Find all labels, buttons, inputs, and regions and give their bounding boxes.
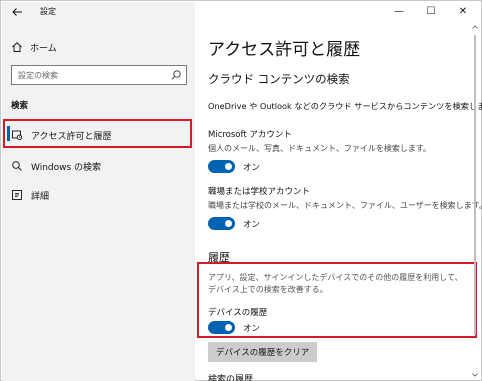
active-indicator	[7, 126, 10, 141]
device-history-title: デバイスの履歴	[208, 308, 268, 318]
window-controls: — ☐ ✕	[383, 1, 479, 21]
search-icon	[12, 161, 22, 171]
microsoft-account-toggle-label: オン	[243, 163, 261, 173]
home-icon	[12, 42, 22, 52]
history-description: アプリ、設定、サインインしたデバイスでのその他の履歴を利用して、デバイス上での検…	[208, 273, 463, 294]
scroll-up-arrow-icon[interactable]	[471, 23, 479, 31]
device-history-toggle[interactable]	[208, 321, 235, 334]
sidebar-item-windows-search[interactable]: Windows の検索	[11, 157, 189, 175]
scrollbar[interactable]	[471, 23, 479, 379]
scrollbar-thumb[interactable]	[474, 35, 476, 335]
search-icon[interactable]	[170, 69, 182, 81]
sidebar: 設定 ホーム 検索 アクセス許可と履歴	[2, 2, 195, 381]
work-account-toggle[interactable]	[208, 217, 235, 230]
page-title: アクセス許可と履歴	[208, 40, 361, 60]
active-item-highlight	[3, 119, 192, 148]
work-account-title: 職場または学校アカウント	[208, 187, 311, 197]
device-history-toggle-label: オン	[243, 324, 261, 334]
microsoft-account-title: Microsoft アカウント	[208, 130, 292, 140]
close-button[interactable]: ✕	[447, 1, 479, 21]
cloud-search-description: OneDrive や Outlook などのクラウド サービスからコンテンツを検…	[208, 101, 482, 111]
more-details-icon	[12, 190, 22, 200]
sidebar-section-label: 検索	[11, 101, 29, 111]
settings-search-box[interactable]	[11, 65, 187, 85]
sidebar-item-label: 詳細	[31, 191, 50, 202]
scroll-down-arrow-icon[interactable]	[471, 371, 479, 379]
microsoft-account-description: 個人のメール、写真、ドキュメント、ファイルを検索します。	[208, 144, 432, 153]
maximize-button[interactable]: ☐	[415, 1, 447, 21]
back-arrow-icon[interactable]	[11, 6, 23, 18]
sidebar-item-more-details[interactable]: 詳細	[11, 186, 189, 204]
search-history-heading: 検索の履歴	[208, 375, 254, 381]
title-bar-left: 設定	[2, 2, 195, 24]
settings-window: 設定 ホーム 検索 アクセス許可と履歴	[0, 0, 482, 381]
work-account-toggle-label: オン	[243, 220, 261, 230]
sidebar-home[interactable]: ホーム	[11, 40, 181, 54]
microsoft-account-toggle[interactable]	[208, 160, 235, 173]
cloud-search-heading: クラウド コンテンツの検索	[208, 72, 350, 86]
sidebar-home-label: ホーム	[30, 43, 57, 54]
settings-search-input[interactable]	[12, 66, 162, 84]
sidebar-item-label: Windows の検索	[31, 162, 102, 173]
minimize-button[interactable]: —	[383, 1, 415, 21]
work-account-description: 職場または学校のメール、ドキュメント、ファイル、ユーザーを検索します。	[208, 201, 482, 210]
app-title: 設定	[40, 7, 56, 16]
clear-device-history-button[interactable]: デバイスの履歴をクリア	[208, 342, 318, 362]
